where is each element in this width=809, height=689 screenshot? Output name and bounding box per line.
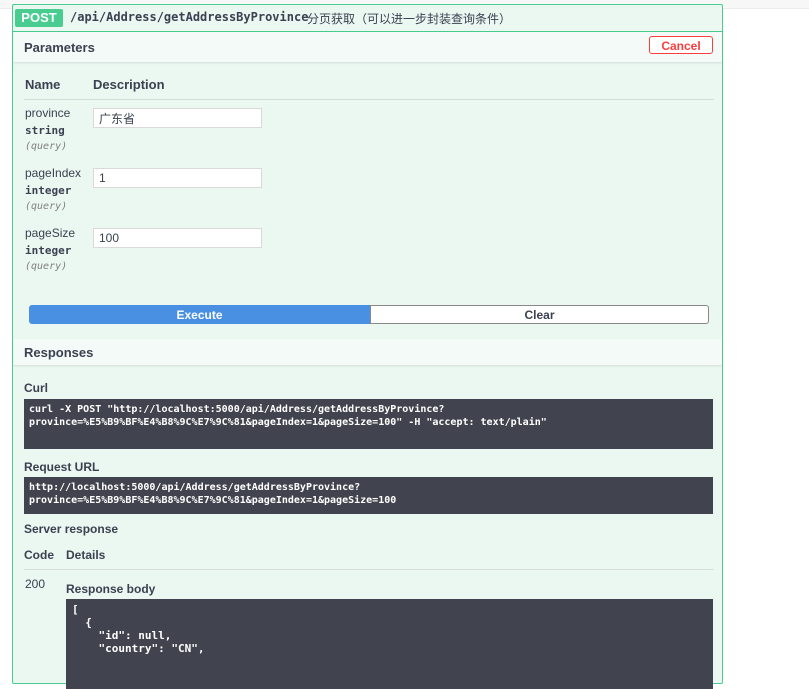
response-body-label: Response body [66, 582, 156, 596]
param-in-pageindex: (query) [25, 201, 68, 212]
opblock-post: POST /api/Address/getAddressByProvince 分… [12, 4, 723, 689]
responses-header: Responses [13, 339, 722, 365]
param-name-pagesize: pageSize [25, 226, 76, 240]
parameters-title: Parameters [24, 40, 95, 55]
request-url-label: Request URL [24, 460, 100, 474]
column-header-description: Description [93, 77, 165, 92]
cancel-button[interactable]: Cancel [649, 36, 713, 54]
param-type-province: string [25, 124, 65, 137]
divider [24, 569, 714, 570]
http-method-badge: POST [15, 9, 63, 27]
opblock-summary[interactable]: POST /api/Address/getAddressByProvince 分… [13, 5, 722, 32]
column-header-name: Name [25, 77, 61, 92]
param-type-pageindex: integer [25, 184, 72, 197]
divider [24, 99, 714, 100]
param-name-pageindex: pageIndex [25, 166, 82, 180]
curl-label: Curl [24, 381, 48, 395]
clear-button[interactable]: Clear [370, 305, 709, 324]
pagesize-input[interactable] [93, 228, 262, 248]
request-url[interactable]: http://localhost:5000/api/Address/getAdd… [24, 477, 713, 514]
server-response-label: Server response [24, 522, 119, 536]
param-name-province: province [25, 106, 71, 120]
param-in-pagesize: (query) [25, 261, 68, 272]
pageindex-input[interactable] [93, 168, 262, 188]
endpoint-path: /api/Address/getAddressByProvince [70, 10, 309, 24]
responses-title: Responses [24, 345, 94, 360]
endpoint-summary: 分页获取（可以进一步封装查询条件） [307, 12, 512, 26]
curl-command[interactable]: curl -X POST "http://localhost:5000/api/… [24, 399, 713, 449]
province-input[interactable] [93, 108, 262, 128]
column-header-code: Code [24, 548, 54, 562]
response-status-code: 200 [25, 577, 46, 591]
execute-button[interactable]: Execute [29, 305, 370, 324]
param-type-pagesize: integer [25, 244, 72, 257]
response-body[interactable]: [ { "id": null, "country": "CN", [66, 599, 713, 689]
param-in-province: (query) [25, 141, 68, 152]
parameters-header: Parameters Cancel [13, 32, 722, 62]
column-header-details: Details [66, 548, 106, 562]
